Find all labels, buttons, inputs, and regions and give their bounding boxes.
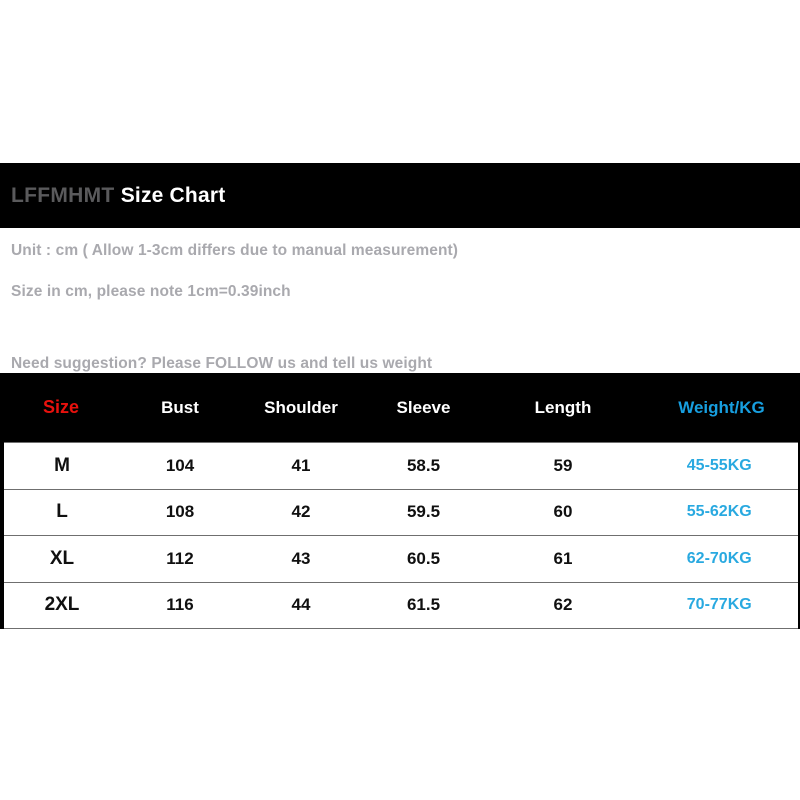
cell-sleeve: 61.5 — [362, 581, 485, 629]
unit-note: Unit : cm ( Allow 1-3cm differs due to m… — [11, 242, 459, 259]
cell-sleeve: 58.5 — [362, 442, 485, 490]
table-header-row: Size Bust Shoulder Sleeve Length Weight/… — [2, 373, 800, 443]
cell-shoulder: 42 — [240, 488, 362, 536]
size-table-head: Size Bust Shoulder Sleeve Length Weight/… — [2, 373, 800, 443]
table-row: XL 112 43 60.5 61 62-70KG — [0, 535, 800, 583]
table-row: M 104 41 58.5 59 45-55KG — [0, 442, 800, 490]
page-title: Size Chart — [120, 183, 226, 207]
cell-bust: 116 — [120, 581, 240, 629]
cell-shoulder: 43 — [240, 535, 362, 583]
size-chart-card: LFFMHMT Size Chart Unit : cm ( Allow 1-3… — [0, 163, 800, 629]
chart-title-band: LFFMHMT Size Chart — [0, 163, 800, 228]
cell-length: 59 — [485, 442, 641, 490]
cell-shoulder: 41 — [240, 442, 362, 490]
column-header-length: Length — [485, 373, 641, 443]
cell-bust: 108 — [120, 488, 240, 536]
cell-sleeve: 60.5 — [362, 535, 485, 583]
cell-length: 61 — [485, 535, 641, 583]
cell-size: XL — [0, 535, 120, 583]
cell-weight: 45-55KG — [641, 442, 800, 490]
column-header-shoulder: Shoulder — [240, 373, 362, 443]
cell-length: 62 — [485, 581, 641, 629]
column-header-weight: Weight/KG — [641, 373, 800, 443]
cell-size: M — [0, 442, 120, 490]
column-header-bust: Bust — [120, 373, 240, 443]
column-header-size: Size — [2, 373, 120, 443]
measurement-info-panel: Unit : cm ( Allow 1-3cm differs due to m… — [0, 228, 800, 373]
table-row: L 108 42 59.5 60 55-62KG — [0, 488, 800, 536]
cell-size: L — [0, 488, 120, 536]
size-table: Size Bust Shoulder Sleeve Length Weight/… — [0, 373, 800, 629]
column-header-sleeve: Sleeve — [362, 373, 485, 443]
cell-weight: 55-62KG — [641, 488, 800, 536]
cell-sleeve: 59.5 — [362, 488, 485, 536]
table-row: 2XL 116 44 61.5 62 70-77KG — [0, 581, 800, 629]
suggestion-note: Need suggestion? Please FOLLOW us and te… — [11, 355, 433, 372]
cell-shoulder: 44 — [240, 581, 362, 629]
cell-weight: 70-77KG — [641, 581, 800, 629]
cell-size: 2XL — [0, 581, 120, 629]
cell-bust: 112 — [120, 535, 240, 583]
size-table-body: M 104 41 58.5 59 45-55KG L 108 42 59.5 6… — [0, 442, 800, 629]
cell-length: 60 — [485, 488, 641, 536]
conversion-note: Size in cm, please note 1cm=0.39inch — [11, 282, 291, 300]
cell-weight: 62-70KG — [641, 535, 800, 583]
brand-name: LFFMHMT — [11, 183, 121, 207]
cell-bust: 104 — [120, 442, 240, 490]
